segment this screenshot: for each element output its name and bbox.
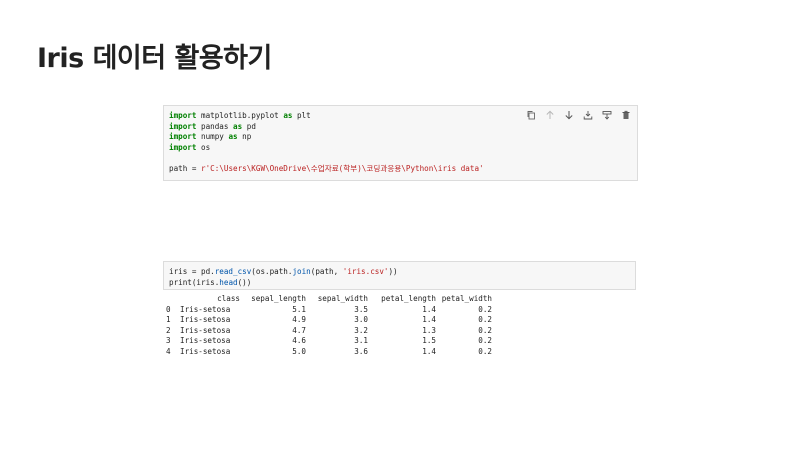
table-cell: 3.2: [354, 325, 368, 335]
table-cell: 5.1: [292, 304, 306, 314]
table-cell: 3.6: [354, 346, 368, 356]
code-cell-imports[interactable]: import matplotlib.pyplot as plt import p…: [163, 105, 638, 181]
code-line: print(iris.head()): [169, 277, 252, 287]
table-cell: 1.4: [422, 346, 436, 356]
table-cell: 3.1: [354, 336, 368, 346]
table-cell: 0.2: [478, 315, 492, 325]
column-header: petal_length: [381, 294, 436, 303]
download-icon[interactable]: [583, 110, 593, 120]
row-index: 0: [166, 304, 171, 314]
table-cell: Iris-setosa: [180, 346, 231, 356]
table-cell: 4.9: [292, 315, 306, 325]
cell-toolbar: [526, 110, 631, 120]
table-cell: 5.0: [292, 346, 306, 356]
table-cell: 4.6: [292, 336, 306, 346]
table-cell: 0.2: [478, 304, 492, 314]
index-header: [166, 294, 180, 305]
table-cell: 1.5: [422, 336, 436, 346]
table-cell: 1.3: [422, 325, 436, 335]
arrow-up-icon[interactable]: [545, 110, 555, 120]
code-line: path = r'C:\Users\KGW\OneDrive\수업자료(학부)\…: [169, 163, 484, 173]
table-cell: Iris-setosa: [180, 304, 231, 314]
row-index: 1: [166, 315, 171, 325]
row-index: 3: [166, 336, 171, 346]
table-cell: 1.4: [422, 304, 436, 314]
code-editor[interactable]: iris = pd.read_csv(os.path.join(path, 'i…: [169, 267, 398, 288]
table-cell: 0.2: [478, 336, 492, 346]
table-cell: 1.4: [422, 315, 436, 325]
column-header: class: [217, 294, 240, 303]
column-header: sepal_length: [251, 294, 306, 303]
code-line: import numpy as np: [169, 132, 252, 142]
row-index: 2: [166, 325, 171, 335]
table-header-row: class sepal_length sepal_width petal_len…: [166, 294, 492, 305]
arrow-down-icon[interactable]: [564, 110, 574, 120]
cell-output: class sepal_length sepal_width petal_len…: [166, 294, 492, 358]
table-cell: 3.5: [354, 304, 368, 314]
table-row: 1 Iris-setosa 4.9 3.0 1.4 0.2: [166, 315, 492, 326]
code-line: iris = pd.read_csv(os.path.join(path, 'i…: [169, 267, 398, 276]
table-cell: 0.2: [478, 346, 492, 356]
code-line: import matplotlib.pyplot as plt: [169, 111, 311, 120]
table-cell: Iris-setosa: [180, 315, 231, 325]
column-header: petal_width: [441, 294, 492, 303]
table-row: 2 Iris-setosa 4.7 3.2 1.3 0.2: [166, 326, 492, 337]
table-cell: 4.7: [292, 325, 306, 335]
table-row: 3 Iris-setosa 4.6 3.1 1.5 0.2: [166, 336, 492, 347]
table-cell: 0.2: [478, 325, 492, 335]
table-row: 4 Iris-setosa 5.0 3.6 1.4 0.2: [166, 347, 492, 358]
table-cell: Iris-setosa: [180, 325, 231, 335]
column-header: sepal_width: [317, 294, 368, 303]
table-cell: Iris-setosa: [180, 336, 231, 346]
split-icon[interactable]: [602, 110, 612, 120]
table-row: 0 Iris-setosa 5.1 3.5 1.4 0.2: [166, 305, 492, 316]
code-editor[interactable]: import matplotlib.pyplot as plt import p…: [169, 111, 484, 175]
slide-title: Iris 데이터 활용하기: [37, 43, 272, 74]
code-line: import os: [169, 142, 211, 152]
trash-icon[interactable]: [621, 110, 631, 120]
table-cell: 3.0: [354, 315, 368, 325]
code-line: import pandas as pd: [169, 121, 256, 131]
dataframe-table: class sepal_length sepal_width petal_len…: [166, 294, 492, 358]
row-index: 4: [166, 346, 171, 356]
copy-icon[interactable]: [526, 110, 536, 120]
code-cell-read-csv[interactable]: iris = pd.read_csv(os.path.join(path, 'i…: [163, 261, 636, 290]
